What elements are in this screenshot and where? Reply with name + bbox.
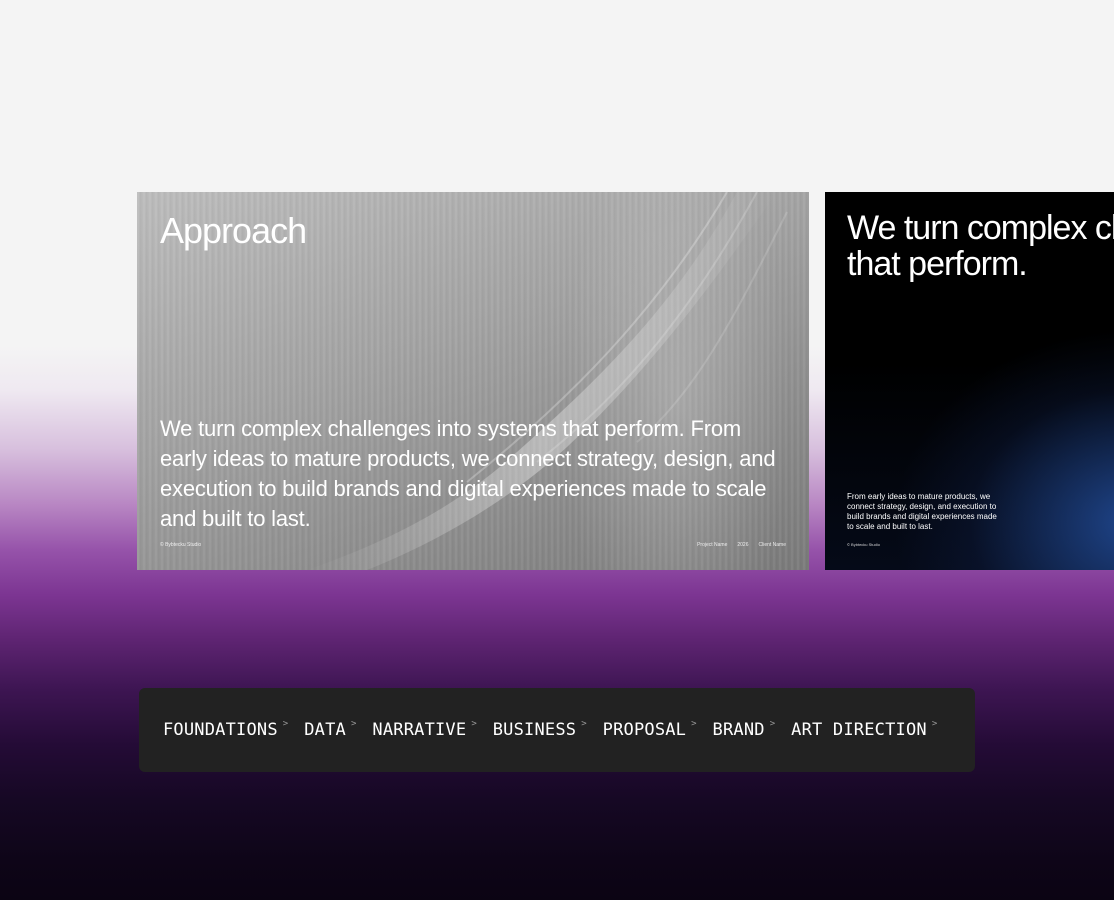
nav-item-narrative[interactable]: NARRATIVE > (372, 719, 477, 740)
slide-footer-project: Project Name (697, 542, 728, 548)
category-nav-bar: FOUNDATIONS > DATA > NARRATIVE > BUSINES… (139, 688, 975, 772)
nav-item-foundations[interactable]: FOUNDATIONS > (163, 719, 289, 740)
nav-item-art-direction[interactable]: ART DIRECTION > (791, 719, 938, 740)
slide-statement-footer: © Bybtecku Studio (847, 542, 880, 547)
chevron-right-icon: > (691, 719, 697, 729)
nav-item-data[interactable]: DATA > (304, 719, 357, 740)
nav-item-label: BRAND (712, 720, 765, 740)
nav-item-business[interactable]: BUSINESS > (492, 719, 587, 740)
chevron-right-icon: > (581, 719, 587, 729)
slide-footer-client: Client Name (758, 542, 786, 548)
chevron-right-icon: > (769, 719, 776, 729)
nav-item-proposal[interactable]: PROPOSAL > (602, 719, 697, 740)
nav-item-label: BUSINESS (492, 720, 577, 740)
nav-item-label: DATA (304, 720, 346, 740)
chevron-right-icon: > (282, 719, 289, 729)
chevron-right-icon: > (471, 719, 477, 729)
nav-item-label: PROPOSAL (602, 720, 687, 740)
slide-footer-credit: © Bybtecku Studio (160, 542, 202, 548)
slide-footer-meta: Project Name 2026 Client Name (697, 542, 786, 548)
chevron-right-icon: > (350, 719, 357, 729)
nav-item-brand[interactable]: BRAND > (712, 719, 776, 740)
slide-statement-title: We turn complex challenges into systemst… (847, 209, 1114, 283)
slide-statement-body: From early ideas to mature products, we … (847, 492, 997, 531)
slide-title: Approach (160, 210, 307, 251)
slide-approach[interactable]: Approach We turn complex challenges into… (137, 192, 809, 570)
chevron-right-icon: > (931, 719, 938, 729)
nav-item-label: FOUNDATIONS (163, 720, 278, 740)
nav-item-label: ART DIRECTION (791, 720, 927, 740)
slide-statement[interactable]: We turn complex challenges into systemst… (825, 192, 1114, 570)
nav-item-label: NARRATIVE (372, 720, 467, 740)
slide-body-text: We turn complex challenges into systems … (160, 416, 776, 531)
slide-footer-year: 2026 (737, 542, 749, 548)
